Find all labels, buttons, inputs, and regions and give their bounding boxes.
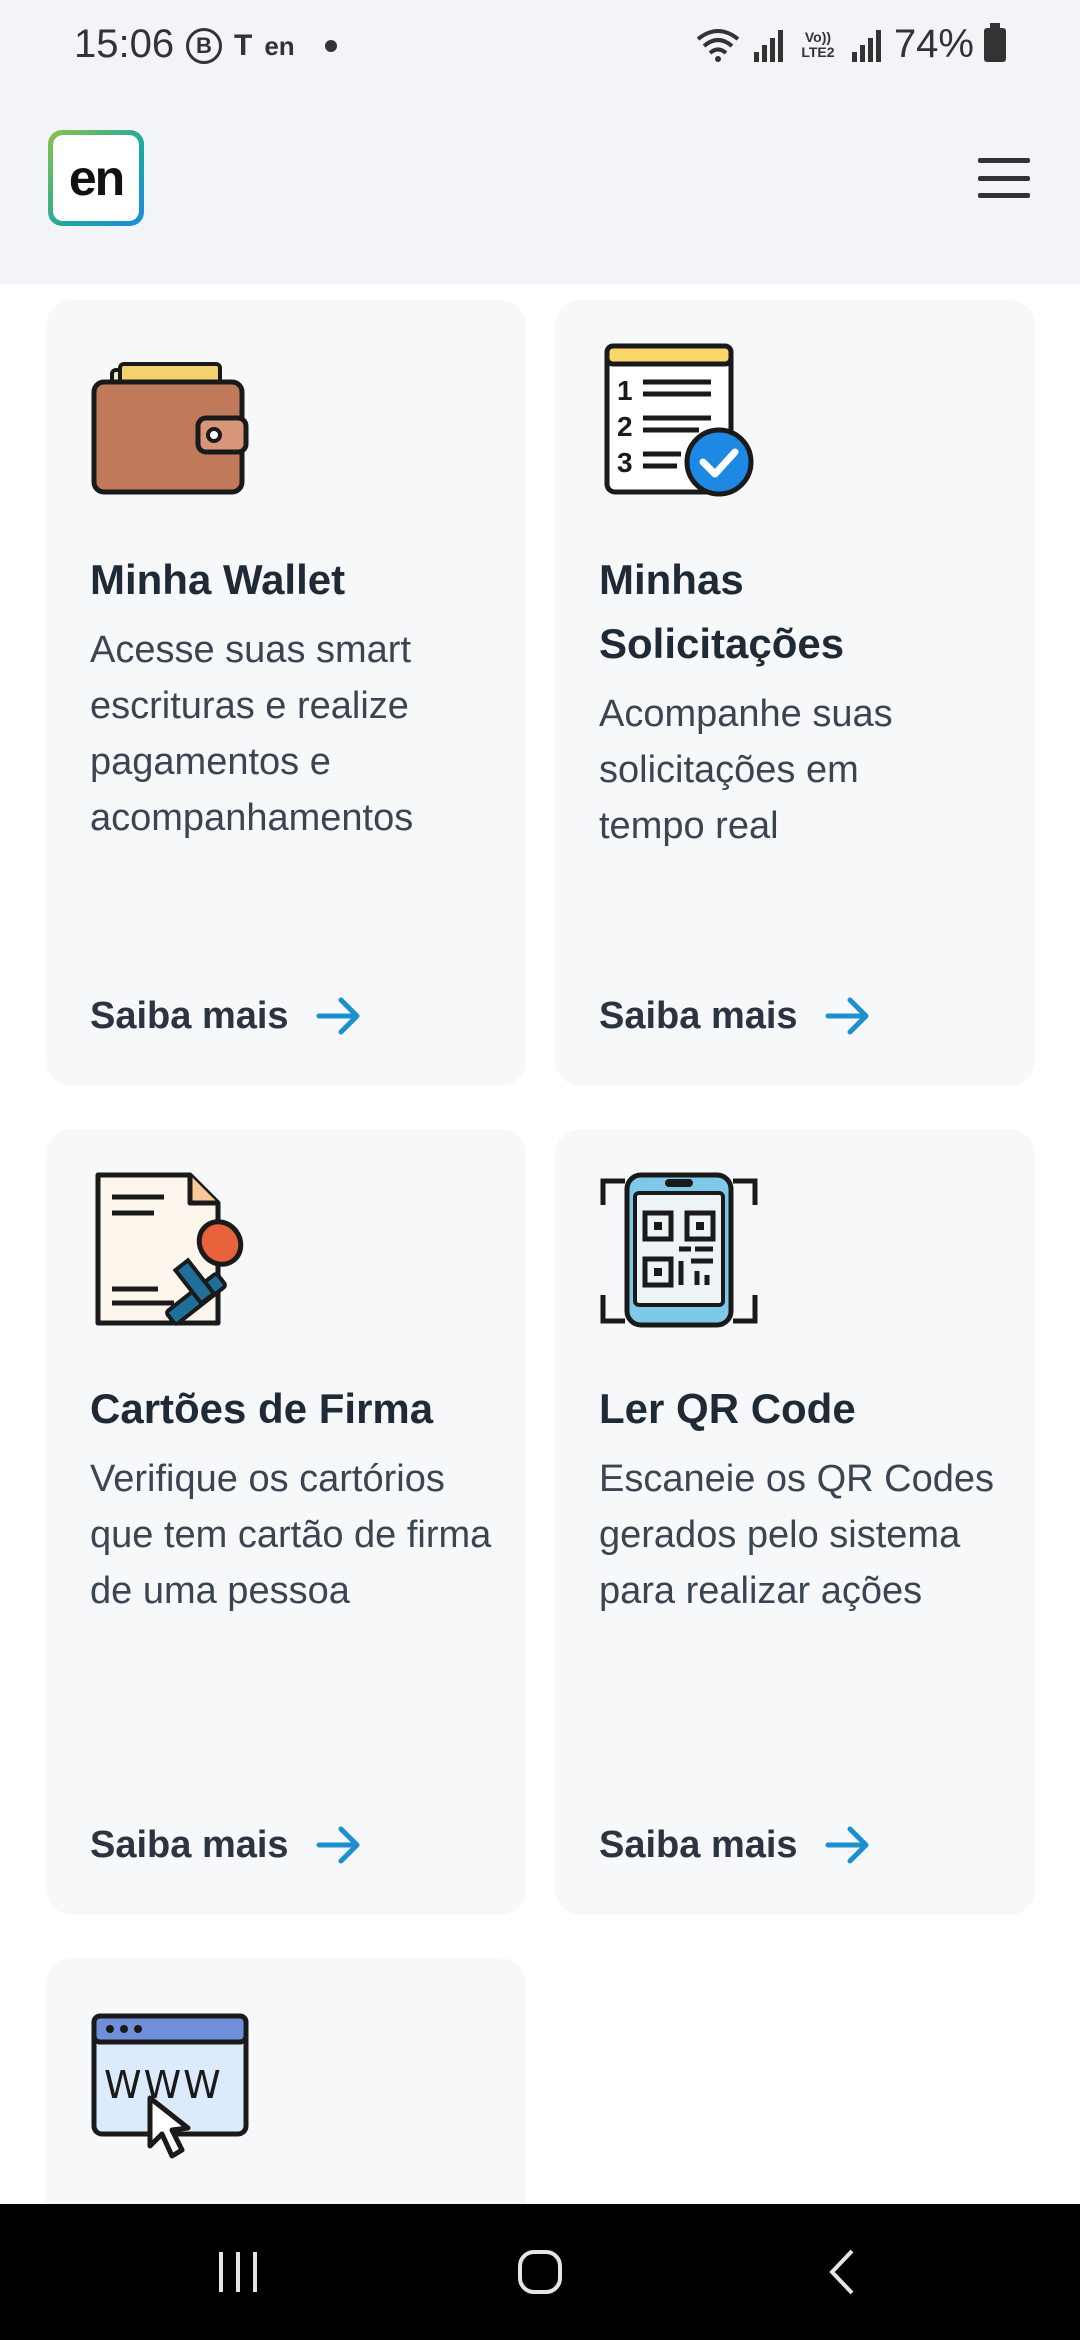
- svg-text:2: 2: [617, 411, 633, 442]
- home-icon[interactable]: [500, 2242, 580, 2302]
- qr-phone-icon: [600, 1172, 758, 1328]
- signal-icon: [753, 29, 783, 62]
- arrow-right-icon: [825, 1826, 869, 1864]
- saiba-mais-link[interactable]: Saiba mais: [599, 1823, 872, 1867]
- teams-icon: T: [234, 29, 253, 62]
- arrow-right-icon: [316, 997, 360, 1035]
- wallet-icon: [91, 362, 249, 495]
- card-description: Verifique os cartórios que tem cartão de…: [90, 1458, 492, 1612]
- card-www[interactable]: WWW: [46, 1958, 526, 2204]
- card-title: Minha Wallet: [90, 556, 346, 603]
- recent-apps-icon[interactable]: [198, 2242, 278, 2302]
- card-minha-wallet[interactable]: Minha Wallet Acesse suas smart escritura…: [46, 300, 526, 1086]
- status-time: 15:06: [74, 22, 175, 66]
- link-label: Saiba mais: [90, 994, 289, 1037]
- card-description: Escaneie os QR Codes gerados pelo sistem…: [599, 1458, 994, 1612]
- dot-icon: [324, 40, 337, 52]
- card-title: Minhas Solicitações: [599, 556, 845, 667]
- link-label: Saiba mais: [599, 1823, 798, 1866]
- arrow-right-icon: [825, 997, 869, 1035]
- card-ler-qr-code[interactable]: Ler QR Code Escaneie os QR Codes gerados…: [555, 1129, 1035, 1915]
- signal-icon-2: [851, 29, 881, 62]
- en-app-icon: en: [264, 30, 295, 61]
- card-title: Cartões de Firma: [90, 1385, 434, 1432]
- hamburger-menu-icon[interactable]: [978, 158, 1030, 198]
- link-label: Saiba mais: [599, 994, 798, 1037]
- logo-text: en: [68, 150, 125, 206]
- checklist-icon: 1 2 3: [604, 343, 754, 497]
- www-browser-icon: WWW: [91, 2013, 249, 2159]
- document-stamp-icon: [95, 1172, 244, 1326]
- saiba-mais-link[interactable]: Saiba mais: [90, 1823, 363, 1867]
- wifi-icon: [696, 28, 740, 62]
- battery-percentage: 74%: [893, 22, 974, 66]
- b-circle-icon: B: [186, 28, 222, 64]
- card-description: Acompanhe suas solicitações em tempo rea…: [599, 693, 893, 847]
- svg-text:1: 1: [617, 375, 633, 406]
- status-notification-icons: B T en: [186, 28, 337, 64]
- logo-inner: en: [53, 135, 139, 221]
- app-header: en: [0, 96, 1080, 284]
- cards-grid: Minha Wallet Acesse suas smart escritura…: [0, 284, 1080, 2204]
- link-label: Saiba mais: [90, 1823, 289, 1866]
- card-description: Acesse suas smart escrituras e realize p…: [90, 629, 414, 839]
- card-cartoes-de-firma[interactable]: Cartões de Firma Verifique os cartórios …: [46, 1129, 526, 1915]
- svg-text:3: 3: [617, 447, 633, 478]
- status-bar: 15:06 B T en Vo)) LTE2 74%: [0, 0, 1080, 96]
- status-system-icons: Vo)) LTE2 74%: [694, 22, 1006, 67]
- back-icon[interactable]: [802, 2242, 882, 2302]
- volte-icon: Vo)) LTE2: [801, 28, 835, 60]
- system-nav-bar: [0, 2204, 1080, 2340]
- saiba-mais-link[interactable]: Saiba mais: [599, 994, 872, 1038]
- svg-text:WWW: WWW: [104, 2063, 223, 2107]
- app-logo[interactable]: en: [48, 130, 144, 226]
- card-title: Ler QR Code: [599, 1385, 856, 1432]
- arrow-right-icon: [316, 1826, 360, 1864]
- battery-icon: [984, 22, 1006, 62]
- saiba-mais-link[interactable]: Saiba mais: [90, 994, 363, 1038]
- card-minhas-solicitacoes[interactable]: 1 2 3 Minhas Solicitações Acompanhe suas…: [555, 300, 1035, 1086]
